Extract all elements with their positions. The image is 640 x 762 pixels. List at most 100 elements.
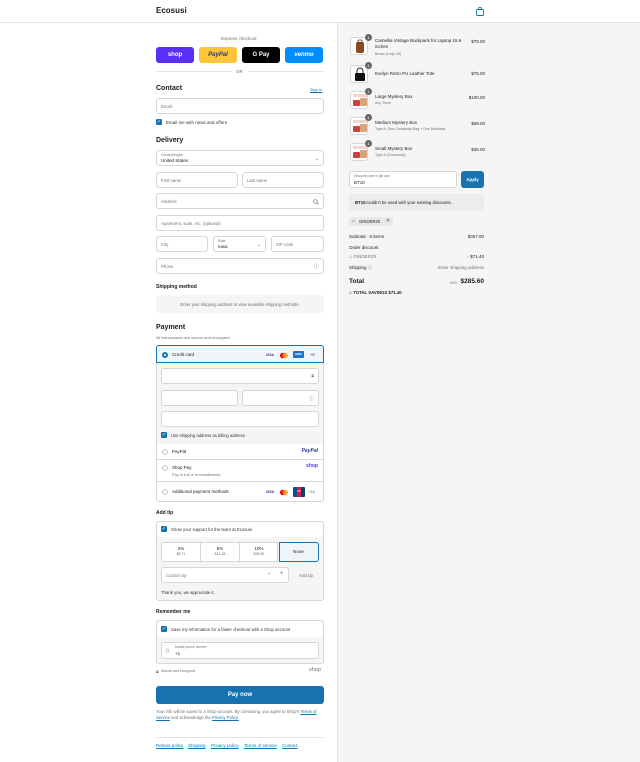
quantity-badge: 1 xyxy=(365,140,372,147)
apartment-field[interactable]: Apartment, suite, etc. (optional) xyxy=(156,215,324,231)
save-info-label: Save my information for a faster checkou… xyxy=(171,627,291,632)
remove-discount-icon[interactable]: ✕ xyxy=(386,218,390,224)
tag-icon: ⌂ xyxy=(352,218,356,224)
privacy-policy-link[interactable]: Privacy Policy. xyxy=(212,715,239,720)
last-name-field[interactable]: Last name xyxy=(242,172,324,188)
paypal-express-button[interactable]: PayPal xyxy=(199,47,237,63)
shipping-notice-box: Enter your shipping address to view avai… xyxy=(156,295,324,313)
refund-policy-link[interactable]: Refund policy xyxy=(156,743,183,748)
mobile-phone-label: Mobile phone number xyxy=(175,645,207,649)
tip-option-5[interactable]: 5% $14.28 xyxy=(201,543,239,561)
store-brand[interactable]: Ecosusi xyxy=(156,6,187,15)
tip-option-none[interactable]: None xyxy=(279,542,319,562)
increase-tip-button[interactable]: + xyxy=(279,571,283,577)
name-on-card-field[interactable] xyxy=(161,411,319,427)
product-variant: Type A: One Crossbody Bag + One Briefcas… xyxy=(375,127,446,131)
shop-pay-option[interactable]: Shop Pay Pay in full or in installments … xyxy=(156,460,324,482)
shipping-link[interactable]: Shipping xyxy=(188,743,206,748)
mastercard-icon xyxy=(279,488,289,496)
city-field[interactable]: City xyxy=(156,236,208,252)
lock-icon: 🔒︎ xyxy=(156,669,159,675)
sign-in-link[interactable]: Sign in xyxy=(310,87,322,92)
email-field[interactable]: Email xyxy=(156,98,324,114)
save-info-checkbox[interactable]: ✓ xyxy=(161,626,167,632)
tip-support-checkbox[interactable]: ✓ xyxy=(161,526,167,532)
total-label: Total xyxy=(349,278,365,285)
expiration-date-field[interactable] xyxy=(161,390,238,406)
quantity-badge: 1 xyxy=(365,34,372,41)
tip-option-2[interactable]: 2% $5.71 xyxy=(162,543,200,561)
custom-tip-field[interactable]: Custom tip − + xyxy=(161,567,289,583)
shipping-notice: Enter your shipping address to view avai… xyxy=(180,302,300,307)
shipping-value: Enter shipping address xyxy=(437,265,484,270)
paypal-option[interactable]: PayPal PayPal xyxy=(156,444,324,460)
help-circle-icon[interactable]: ⓘ xyxy=(314,263,319,270)
shipping-label: Shipping xyxy=(349,265,367,270)
first-name-field[interactable]: First name xyxy=(156,172,238,188)
privacy-policy-footer-link[interactable]: Privacy policy xyxy=(211,743,239,748)
discount-code-label: Discount code or gift card xyxy=(354,174,391,178)
tip-percent: 10% xyxy=(254,546,264,551)
tip-heading: Add tip xyxy=(156,510,174,516)
order-discount-label: Order discount xyxy=(349,245,379,250)
chevron-down-icon: ⌄ xyxy=(256,242,261,248)
credit-card-radio[interactable] xyxy=(162,352,168,358)
tip-option-10[interactable]: 10% $28.56 xyxy=(240,543,278,561)
product-variant: Type A (Crossbody) xyxy=(375,153,406,157)
zip-placeholder: ZIP code xyxy=(276,242,294,247)
mobile-phone-field[interactable]: ▯ Mobile phone number +1 xyxy=(161,642,319,659)
additional-payment-radio[interactable] xyxy=(162,489,168,495)
country-label: Country/Region xyxy=(161,153,184,157)
or-separator: OR xyxy=(236,69,243,74)
pay-now-button[interactable]: Pay now xyxy=(156,686,324,704)
first-name-placeholder: First name xyxy=(161,178,182,183)
venmo-express-button[interactable]: venmo xyxy=(285,47,323,63)
order-summary xyxy=(337,23,640,762)
tip-percent: 5% xyxy=(216,546,224,551)
shop-pay-express-button[interactable]: shop xyxy=(156,47,194,63)
help-circle-icon[interactable]: ⓘ xyxy=(368,265,373,270)
shop-logo: shop xyxy=(309,667,321,673)
error-message: couldn't be used with your existing disc… xyxy=(366,200,452,205)
contact-link[interactable]: Contact xyxy=(282,743,298,748)
help-circle-icon[interactable]: ⓘ xyxy=(309,395,314,402)
billing-same-checkbox[interactable]: ✓ xyxy=(161,432,167,438)
newsletter-checkbox[interactable]: ✓ xyxy=(156,119,162,125)
country-select[interactable]: Country/Region United States ⌄ xyxy=(156,150,324,166)
billing-same-label: Use shipping address as billing address xyxy=(171,433,245,438)
additional-payment-option[interactable]: Additional payment methods VISA UP +16 xyxy=(156,482,324,502)
discount-code-field[interactable]: Discount code or gift card BT10 xyxy=(349,171,457,188)
newsletter-label: Email me with news and offers xyxy=(166,120,227,125)
more-methods-count: +16 xyxy=(308,489,315,494)
more-cards-count: +5 xyxy=(310,352,315,357)
apply-discount-button[interactable]: Apply xyxy=(461,171,484,188)
terms-of-service-footer-link[interactable]: Terms of service xyxy=(244,743,277,748)
paypal-radio[interactable] xyxy=(162,449,168,455)
product-price: $69.00 xyxy=(471,121,485,126)
order-discount-row: Order discount xyxy=(349,245,484,250)
express-checkout-title: Express checkout xyxy=(221,36,257,41)
product-price: $75.00 xyxy=(471,71,485,76)
decrease-tip-button[interactable]: − xyxy=(267,571,271,577)
state-select[interactable]: State Iowa ⌄ xyxy=(213,236,266,252)
search-icon xyxy=(313,199,319,205)
product-price: $35.00 xyxy=(471,147,485,152)
currency-code: USD xyxy=(449,281,457,285)
city-placeholder: City xyxy=(161,242,169,247)
google-pay-express-button[interactable]: G Pay xyxy=(242,47,280,63)
product-variant: Brown (Only US) xyxy=(375,52,402,56)
product-name: Large Mystery Box xyxy=(375,94,413,99)
country-value: United States xyxy=(161,158,189,163)
address-field[interactable]: Address xyxy=(156,193,324,209)
security-code-field[interactable]: ⓘ xyxy=(242,390,319,406)
add-tip-button[interactable]: Add tip xyxy=(293,567,319,583)
phone-field[interactable]: Phone ⓘ xyxy=(156,258,324,274)
zip-field[interactable]: ZIP code xyxy=(271,236,324,252)
divider xyxy=(248,71,324,72)
shopping-bag-icon[interactable] xyxy=(476,7,484,16)
credit-card-option[interactable]: Credit card VISA AMEX +5 xyxy=(156,345,324,363)
terms-text: and acknowledge the xyxy=(171,715,211,720)
shop-pay-radio[interactable] xyxy=(162,465,168,471)
card-number-field[interactable]: 🔒︎ xyxy=(161,368,319,384)
divider xyxy=(156,737,324,738)
